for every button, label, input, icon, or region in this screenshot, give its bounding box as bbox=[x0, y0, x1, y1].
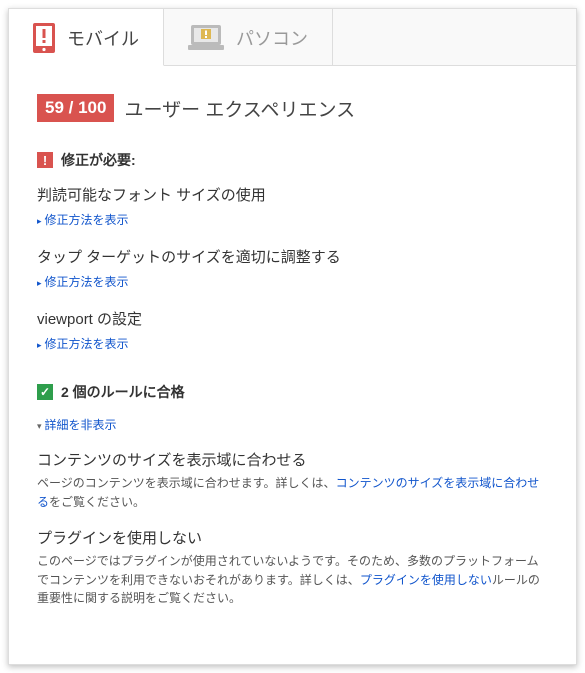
show-fix-link[interactable]: 修正方法を表示 bbox=[37, 273, 548, 290]
tab-bar: モバイル パソコン bbox=[9, 9, 576, 66]
fix-required-header: ! 修正が必要: bbox=[37, 150, 548, 170]
desc-text: をご覧ください。 bbox=[49, 495, 145, 509]
hide-details-link[interactable]: 詳細を非表示 bbox=[37, 416, 117, 433]
score-row: 59 / 100 ユーザー エクスペリエンス bbox=[37, 94, 548, 122]
passed-rule-desc: ページのコンテンツを表示域に合わせます。詳しくは、コンテンツのサイズを表示域に合… bbox=[37, 474, 548, 511]
mobile-alert-icon bbox=[33, 23, 55, 53]
tab-desktop[interactable]: パソコン bbox=[164, 9, 333, 65]
passed-rule: コンテンツのサイズを表示域に合わせる ページのコンテンツを表示域に合わせます。詳… bbox=[37, 449, 548, 511]
tab-mobile-label: モバイル bbox=[67, 25, 139, 51]
tab-mobile[interactable]: モバイル bbox=[9, 9, 164, 66]
learn-more-link[interactable]: プラグインを使用しない bbox=[360, 573, 492, 587]
rule-title: viewport の設定 bbox=[37, 308, 548, 329]
rule-title: 判読可能なフォント サイズの使用 bbox=[37, 184, 548, 205]
rule-item: タップ ターゲットのサイズを適切に調整する 修正方法を表示 bbox=[37, 246, 548, 290]
show-fix-link[interactable]: 修正方法を表示 bbox=[37, 211, 548, 228]
passed-rule-title: コンテンツのサイズを表示域に合わせる bbox=[37, 449, 548, 470]
passed-rule-desc: このページではプラグインが使用されていないようです。そのため、多数のプラットフォ… bbox=[37, 552, 548, 608]
passed-section: ✓ 2 個のルールに合格 詳細を非表示 コンテンツのサイズを表示域に合わせる ペ… bbox=[37, 382, 548, 608]
alert-icon: ! bbox=[37, 152, 53, 168]
desktop-alert-icon bbox=[188, 25, 224, 51]
desc-text: ページのコンテンツを表示域に合わせます。詳しくは、 bbox=[37, 476, 336, 490]
passed-header-label: 2 個のルールに合格 bbox=[61, 382, 185, 402]
content-area: 59 / 100 ユーザー エクスペリエンス ! 修正が必要: 判読可能なフォン… bbox=[9, 66, 576, 664]
score-title: ユーザー エクスペリエンス bbox=[124, 95, 355, 122]
passed-rule: プラグインを使用しない このページではプラグインが使用されていないようです。その… bbox=[37, 527, 548, 608]
score-badge: 59 / 100 bbox=[37, 94, 114, 122]
show-fix-link[interactable]: 修正方法を表示 bbox=[37, 335, 548, 352]
results-panel: モバイル パソコン 59 / 100 ユーザー エクスペリエンス ! 修正が必要… bbox=[8, 8, 577, 665]
passed-rule-title: プラグインを使用しない bbox=[37, 527, 548, 548]
check-icon: ✓ bbox=[37, 384, 53, 400]
rule-item: 判読可能なフォント サイズの使用 修正方法を表示 bbox=[37, 184, 548, 228]
rule-item: viewport の設定 修正方法を表示 bbox=[37, 308, 548, 352]
passed-header: ✓ 2 個のルールに合格 bbox=[37, 382, 548, 402]
tab-desktop-label: パソコン bbox=[236, 25, 308, 51]
rule-title: タップ ターゲットのサイズを適切に調整する bbox=[37, 246, 548, 267]
fix-required-label: 修正が必要: bbox=[61, 150, 136, 170]
